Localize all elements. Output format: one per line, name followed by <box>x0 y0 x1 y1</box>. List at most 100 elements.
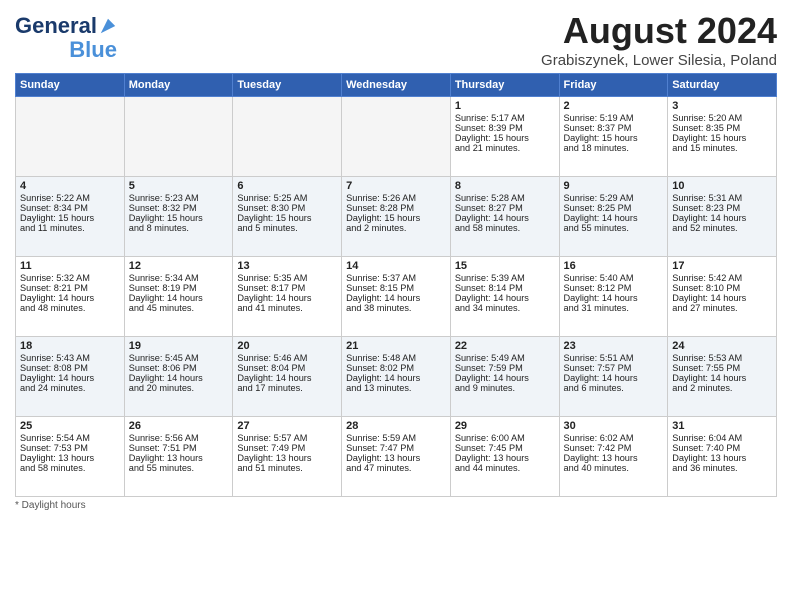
day-info: Sunset: 7:59 PM <box>455 363 555 373</box>
day-info: Daylight: 14 hours <box>20 293 120 303</box>
day-info: Sunrise: 5:46 AM <box>237 353 337 363</box>
day-info: Sunset: 7:51 PM <box>129 443 229 453</box>
day-number: 22 <box>455 340 555 352</box>
table-row: 25Sunrise: 5:54 AMSunset: 7:53 PMDayligh… <box>16 417 125 497</box>
day-info: Sunrise: 5:22 AM <box>20 193 120 203</box>
day-info: Sunset: 8:23 PM <box>672 203 772 213</box>
table-row: 10Sunrise: 5:31 AMSunset: 8:23 PMDayligh… <box>668 177 777 257</box>
day-number: 5 <box>129 180 229 192</box>
day-number: 24 <box>672 340 772 352</box>
table-row: 16Sunrise: 5:40 AMSunset: 8:12 PMDayligh… <box>559 257 668 337</box>
day-number: 31 <box>672 420 772 432</box>
day-info: Sunrise: 5:32 AM <box>20 273 120 283</box>
col-thursday: Thursday <box>450 74 559 97</box>
title-block: August 2024 Grabiszynek, Lower Silesia, … <box>541 10 777 69</box>
day-info: Sunrise: 5:54 AM <box>20 433 120 443</box>
table-row: 14Sunrise: 5:37 AMSunset: 8:15 PMDayligh… <box>342 257 451 337</box>
day-info: and 21 minutes. <box>455 143 555 153</box>
day-info: and 45 minutes. <box>129 303 229 313</box>
day-info: Sunrise: 5:26 AM <box>346 193 446 203</box>
day-info: and 51 minutes. <box>237 463 337 473</box>
location: Grabiszynek, Lower Silesia, Poland <box>541 52 777 69</box>
table-row: 5Sunrise: 5:23 AMSunset: 8:32 PMDaylight… <box>124 177 233 257</box>
day-info: Sunset: 7:40 PM <box>672 443 772 453</box>
day-info: and 48 minutes. <box>20 303 120 313</box>
day-info: Daylight: 14 hours <box>455 293 555 303</box>
day-info: Sunset: 7:45 PM <box>455 443 555 453</box>
day-info: Daylight: 13 hours <box>455 453 555 463</box>
day-info: Sunrise: 6:02 AM <box>564 433 664 443</box>
calendar-week-row: 25Sunrise: 5:54 AMSunset: 7:53 PMDayligh… <box>16 417 777 497</box>
day-info: Sunset: 7:49 PM <box>237 443 337 453</box>
table-row: 11Sunrise: 5:32 AMSunset: 8:21 PMDayligh… <box>16 257 125 337</box>
day-number: 28 <box>346 420 446 432</box>
day-info: Daylight: 15 hours <box>564 133 664 143</box>
day-info: Daylight: 14 hours <box>564 293 664 303</box>
logo: General Blue <box>15 14 117 62</box>
table-row: 27Sunrise: 5:57 AMSunset: 7:49 PMDayligh… <box>233 417 342 497</box>
day-info: Sunset: 8:04 PM <box>237 363 337 373</box>
day-info: Sunset: 8:17 PM <box>237 283 337 293</box>
footer-note: * Daylight hours <box>15 500 777 511</box>
calendar-week-row: 18Sunrise: 5:43 AMSunset: 8:08 PMDayligh… <box>16 337 777 417</box>
calendar-table: Sunday Monday Tuesday Wednesday Thursday… <box>15 73 777 497</box>
day-number: 16 <box>564 260 664 272</box>
day-info: Sunset: 8:27 PM <box>455 203 555 213</box>
day-info: and 9 minutes. <box>455 383 555 393</box>
table-row: 4Sunrise: 5:22 AMSunset: 8:34 PMDaylight… <box>16 177 125 257</box>
calendar-week-row: 4Sunrise: 5:22 AMSunset: 8:34 PMDaylight… <box>16 177 777 257</box>
day-info: Sunset: 8:02 PM <box>346 363 446 373</box>
day-info: Sunset: 8:19 PM <box>129 283 229 293</box>
day-info: and 38 minutes. <box>346 303 446 313</box>
table-row: 29Sunrise: 6:00 AMSunset: 7:45 PMDayligh… <box>450 417 559 497</box>
day-info: and 5 minutes. <box>237 223 337 233</box>
day-info: Sunset: 8:28 PM <box>346 203 446 213</box>
table-row: 2Sunrise: 5:19 AMSunset: 8:37 PMDaylight… <box>559 97 668 177</box>
day-info: Daylight: 13 hours <box>672 453 772 463</box>
day-info: Sunset: 8:21 PM <box>20 283 120 293</box>
day-info: Sunset: 8:14 PM <box>455 283 555 293</box>
day-info: and 11 minutes. <box>20 223 120 233</box>
day-info: Sunrise: 5:40 AM <box>564 273 664 283</box>
day-info: Daylight: 15 hours <box>237 213 337 223</box>
day-number: 14 <box>346 260 446 272</box>
day-info: and 2 minutes. <box>346 223 446 233</box>
day-info: Daylight: 13 hours <box>346 453 446 463</box>
day-info: Sunset: 8:34 PM <box>20 203 120 213</box>
day-info: and 36 minutes. <box>672 463 772 473</box>
day-info: Sunrise: 5:31 AM <box>672 193 772 203</box>
day-info: Sunrise: 5:34 AM <box>129 273 229 283</box>
col-saturday: Saturday <box>668 74 777 97</box>
day-info: Sunrise: 5:37 AM <box>346 273 446 283</box>
logo-icon <box>99 17 117 35</box>
table-row: 31Sunrise: 6:04 AMSunset: 7:40 PMDayligh… <box>668 417 777 497</box>
day-info: Daylight: 13 hours <box>129 453 229 463</box>
calendar-week-row: 11Sunrise: 5:32 AMSunset: 8:21 PMDayligh… <box>16 257 777 337</box>
day-info: Sunset: 8:10 PM <box>672 283 772 293</box>
day-info: Daylight: 14 hours <box>20 373 120 383</box>
table-row: 13Sunrise: 5:35 AMSunset: 8:17 PMDayligh… <box>233 257 342 337</box>
day-info: and 6 minutes. <box>564 383 664 393</box>
day-info: Sunset: 7:57 PM <box>564 363 664 373</box>
table-row: 26Sunrise: 5:56 AMSunset: 7:51 PMDayligh… <box>124 417 233 497</box>
col-sunday: Sunday <box>16 74 125 97</box>
day-info: and 41 minutes. <box>237 303 337 313</box>
day-info: Sunset: 8:12 PM <box>564 283 664 293</box>
table-row <box>342 97 451 177</box>
day-info: and 44 minutes. <box>455 463 555 473</box>
day-info: Sunrise: 5:57 AM <box>237 433 337 443</box>
day-info: Sunrise: 5:56 AM <box>129 433 229 443</box>
col-wednesday: Wednesday <box>342 74 451 97</box>
table-row: 17Sunrise: 5:42 AMSunset: 8:10 PMDayligh… <box>668 257 777 337</box>
day-number: 9 <box>564 180 664 192</box>
table-row: 30Sunrise: 6:02 AMSunset: 7:42 PMDayligh… <box>559 417 668 497</box>
table-row: 1Sunrise: 5:17 AMSunset: 8:39 PMDaylight… <box>450 97 559 177</box>
day-info: Sunrise: 5:19 AM <box>564 113 664 123</box>
main-container: General Blue August 2024 Grabiszynek, Lo… <box>0 0 792 521</box>
logo-text: General <box>15 14 97 38</box>
day-number: 8 <box>455 180 555 192</box>
day-number: 20 <box>237 340 337 352</box>
day-info: Sunrise: 5:49 AM <box>455 353 555 363</box>
day-number: 7 <box>346 180 446 192</box>
table-row: 18Sunrise: 5:43 AMSunset: 8:08 PMDayligh… <box>16 337 125 417</box>
